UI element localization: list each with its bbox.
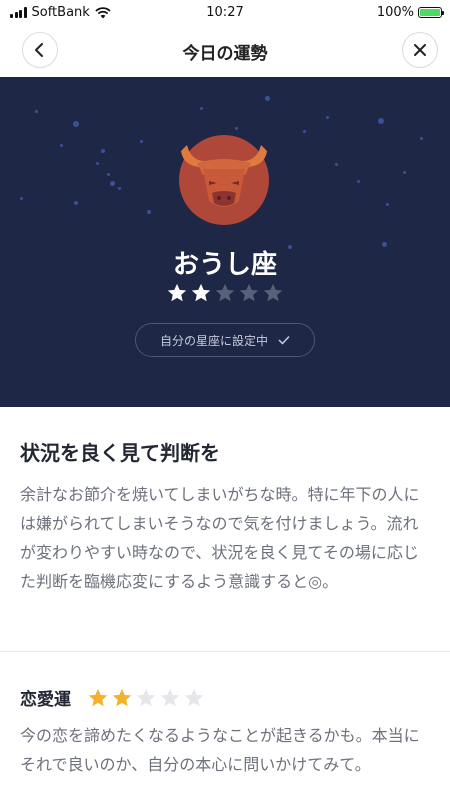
starfield-dot (303, 130, 306, 133)
star-filled-icon (88, 688, 108, 707)
taurus-bull-icon (179, 135, 269, 225)
status-right: 100% (376, 5, 444, 20)
battery-percent: 100% (376, 5, 414, 20)
battery-icon (418, 7, 444, 18)
close-button[interactable] (402, 32, 438, 68)
love-fortune-title: 恋愛運 (20, 690, 71, 710)
starfield-dot (386, 203, 389, 206)
starfield-dot (140, 140, 143, 143)
starfield-dot (326, 116, 329, 119)
starfield-dot (403, 171, 406, 174)
starfield-dot (420, 137, 423, 140)
star-filled-icon (167, 283, 187, 302)
page-title: 今日の運勢 (182, 44, 268, 64)
starfield-dot (265, 96, 270, 101)
starfield-dot (20, 197, 23, 200)
starfield-dot (101, 149, 105, 153)
starfield-dot (96, 162, 99, 165)
starfield-dot (378, 118, 384, 124)
starfield-dot (74, 201, 78, 205)
starfield-dot (235, 127, 238, 130)
checkmark-icon (278, 335, 290, 345)
starfield-dot (357, 180, 360, 183)
my-sign-setting-button[interactable]: 自分の星座に設定中 (135, 323, 315, 357)
fortune-headline: 状況を良く見て判断を (20, 441, 220, 465)
star-filled-icon (112, 688, 132, 707)
starfield-dot (110, 181, 115, 186)
starfield-dot (73, 121, 79, 127)
status-bar: SoftBank 10:27 100% (0, 0, 450, 26)
overall-rating-stars (166, 282, 284, 304)
starfield-dot (107, 173, 110, 176)
starfield-dot (60, 144, 63, 147)
zodiac-hero: おうし座 自分の星座に設定中 (0, 77, 450, 407)
sign-name: おうし座 (172, 250, 277, 280)
star-empty-icon (184, 688, 204, 707)
nav-bar: 今日の運勢 (0, 26, 450, 76)
star-empty-icon (263, 283, 283, 302)
love-rating-stars (87, 687, 205, 709)
star-empty-icon (136, 688, 156, 707)
star-empty-icon (215, 283, 235, 302)
love-fortune-text: 今の恋を諦めたくなるようなことが起きるかも。本当にそれで良いのか、自分の本心に問… (20, 726, 420, 774)
starfield-dot (335, 163, 338, 166)
star-empty-icon (160, 688, 180, 707)
starfield-dot (147, 210, 151, 214)
divider (0, 651, 450, 652)
fortune-body: 余計なお節介を焼いてしまいがちな時。特に年下の人には嫌がられてしまいそうなので気… (20, 485, 420, 591)
star-filled-icon (191, 283, 211, 302)
close-icon (414, 44, 426, 56)
starfield-dot (200, 107, 203, 110)
starfield-dot (35, 110, 38, 113)
setting-label: 自分の星座に設定中 (159, 333, 268, 348)
starfield-dot (118, 187, 121, 190)
star-empty-icon (239, 283, 259, 302)
